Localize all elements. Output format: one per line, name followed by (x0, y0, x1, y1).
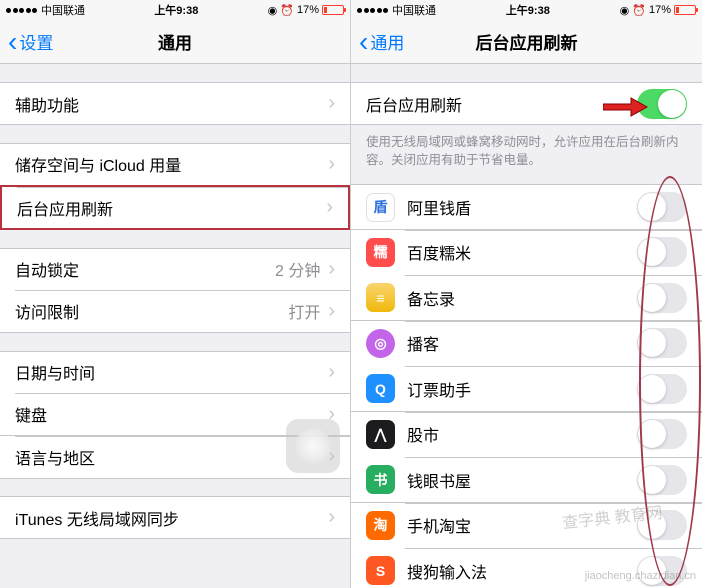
status-left: 中国联通 (6, 2, 85, 18)
signal-icon (357, 8, 388, 13)
row-label: 辅助功能 (15, 92, 79, 116)
battery-icon (674, 5, 696, 15)
battery-icon (322, 5, 344, 15)
battery-percent: 17% (649, 4, 671, 16)
app-row[interactable]: S 搜狗输入法 (351, 548, 702, 588)
row-label: 日期与时间 (15, 360, 95, 384)
app-label: 订票助手 (407, 377, 471, 401)
signal-icon (6, 8, 37, 13)
row-itunes-wifi-sync[interactable]: iTunes 无线局域网同步 › (0, 496, 350, 539)
row-background-refresh[interactable]: 后台应用刷新 › (0, 185, 350, 230)
lock-icon: ◉ (620, 4, 630, 17)
chevron-left-icon: ‹ (8, 28, 17, 56)
app-label: 钱眼书屋 (407, 468, 471, 492)
app-toggle[interactable] (637, 328, 687, 358)
app-row[interactable]: ⋀ 股市 (351, 412, 702, 458)
row-storage[interactable]: 储存空间与 iCloud 用量 › (0, 143, 350, 186)
row-label: 语言与地区 (15, 445, 95, 469)
status-right: ◉ ⏰ 17% (620, 4, 696, 17)
app-icon: 糯 (366, 238, 395, 267)
app-row[interactable]: ◎ 播客 (351, 321, 702, 367)
status-left: 中国联通 (357, 2, 436, 18)
assistive-touch-icon (295, 428, 331, 464)
row-value: 2 分钟 (275, 257, 320, 281)
app-label: 播客 (407, 331, 439, 355)
app-icon: 盾 (366, 193, 395, 222)
back-label: 通用 (370, 29, 404, 54)
app-icon: ≡ (366, 283, 395, 312)
status-time: 上午9:38 (506, 2, 550, 18)
carrier-label: 中国联通 (392, 2, 436, 18)
chevron-left-icon: ‹ (359, 28, 368, 56)
app-row[interactable]: Q 订票助手 (351, 366, 702, 412)
chevron-right-icon: › (328, 153, 335, 176)
back-label: 设置 (19, 29, 53, 54)
back-button[interactable]: ‹ 设置 (0, 28, 53, 56)
app-icon: ◎ (366, 329, 395, 358)
row-accessibility[interactable]: 辅助功能 › (0, 82, 350, 125)
chevron-right-icon: › (328, 258, 335, 281)
app-toggle[interactable] (637, 510, 687, 540)
carrier-label: 中国联通 (41, 2, 85, 18)
app-row[interactable]: 淘手机淘宝 (351, 503, 702, 549)
app-toggle[interactable] (637, 192, 687, 222)
row-label: 自动锁定 (15, 257, 79, 281)
arrow-annotation-icon (603, 95, 648, 119)
app-toggle[interactable] (637, 283, 687, 313)
app-icon: Q (366, 374, 395, 403)
app-label: 百度糯米 (407, 240, 471, 264)
app-icon: 淘 (366, 511, 395, 540)
app-label: 手机淘宝 (407, 513, 471, 537)
app-label: 搜狗输入法 (407, 559, 487, 583)
app-label: 备忘录 (407, 286, 455, 310)
status-time: 上午9:38 (154, 2, 198, 18)
status-right: ◉ ⏰ 17% (268, 4, 344, 17)
row-label: 键盘 (15, 402, 47, 426)
chevron-right-icon: › (328, 361, 335, 384)
page-title: 后台应用刷新 (476, 29, 578, 54)
footer-description: 使用无线局域网或蜂窝移动网时，允许应用在后台刷新内容。关闭应用有助于节省电量。 (351, 125, 702, 179)
app-row[interactable]: 糯百度糯米 (351, 230, 702, 276)
page-title: 通用 (158, 29, 192, 54)
row-restrictions[interactable]: 访问限制 打开 › (0, 290, 350, 333)
app-toggle[interactable] (637, 374, 687, 404)
app-row[interactable]: 书钱眼书屋 (351, 457, 702, 503)
app-icon: 书 (366, 465, 395, 494)
battery-percent: 17% (297, 4, 319, 16)
back-button[interactable]: ‹ 通用 (351, 28, 404, 56)
row-master-toggle[interactable]: 后台应用刷新 (351, 82, 702, 125)
assistive-touch-button[interactable] (286, 419, 340, 473)
app-toggle[interactable] (637, 237, 687, 267)
alarm-icon: ⏰ (632, 4, 646, 17)
row-value: 打开 (288, 299, 320, 323)
chevron-right-icon: › (328, 300, 335, 323)
row-label: 访问限制 (15, 299, 79, 323)
app-row[interactable]: ≡ 备忘录 (351, 275, 702, 321)
alarm-icon: ⏰ (280, 4, 294, 17)
app-label: 股市 (407, 422, 439, 446)
app-toggle[interactable] (637, 556, 687, 586)
row-label: 后台应用刷新 (17, 196, 113, 220)
row-date-time[interactable]: 日期与时间 › (0, 351, 350, 394)
row-label: iTunes 无线局域网同步 (15, 506, 179, 530)
row-auto-lock[interactable]: 自动锁定 2 分钟 › (0, 248, 350, 291)
app-toggle[interactable] (637, 419, 687, 449)
chevron-right-icon: › (326, 196, 333, 219)
chevron-right-icon: › (328, 506, 335, 529)
lock-icon: ◉ (268, 4, 278, 17)
chevron-right-icon: › (328, 92, 335, 115)
row-label: 后台应用刷新 (366, 92, 462, 116)
app-icon: ⋀ (366, 420, 395, 449)
app-label: 阿里钱盾 (407, 195, 471, 219)
app-row[interactable]: 盾阿里钱盾 (351, 184, 702, 230)
row-label: 储存空间与 iCloud 用量 (15, 152, 181, 176)
app-icon: S (366, 556, 395, 585)
app-toggle[interactable] (637, 465, 687, 495)
